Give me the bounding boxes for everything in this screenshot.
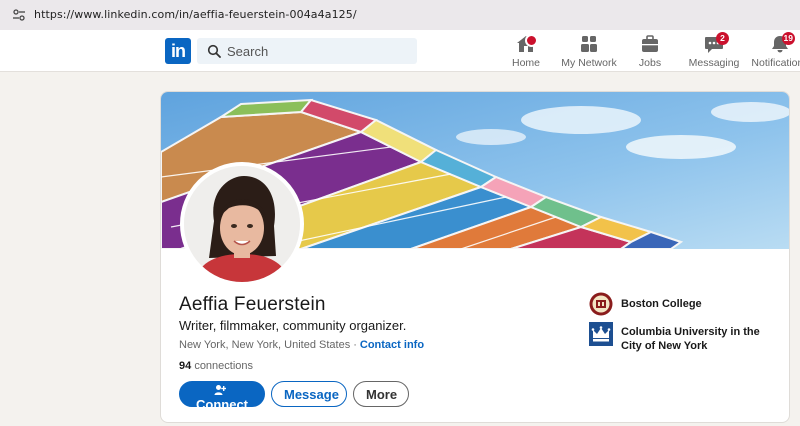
profile-location-line: New York, New York, United States · Contac… xyxy=(179,339,424,351)
url-text[interactable]: https://www.linkedin.com/in/aeffia-feuer… xyxy=(34,8,357,21)
global-nav: in Home My Network xyxy=(0,30,800,72)
message-button[interactable]: Message xyxy=(271,381,347,407)
add-person-icon xyxy=(214,385,226,395)
profile-photo-image xyxy=(184,166,300,282)
columbia-crown-logo xyxy=(589,322,613,346)
profile-photo[interactable] xyxy=(180,162,304,286)
search-input[interactable] xyxy=(227,38,412,64)
profile-headline: Writer, filmmaker, community organizer. xyxy=(179,318,407,333)
boston-college-logo xyxy=(589,292,613,316)
nav-item-notifications[interactable]: 19 Notifications xyxy=(748,32,800,70)
separator: · xyxy=(353,339,357,351)
education-name: Columbia University in the City of New Y… xyxy=(621,326,760,352)
connections-label: connections xyxy=(194,360,254,372)
contact-info-link[interactable]: Contact info xyxy=(360,339,424,351)
connect-button[interactable]: Connect xyxy=(179,381,265,412)
connections-count: 94 xyxy=(179,360,192,372)
nav-label: Jobs xyxy=(638,57,662,69)
nav-label: Home xyxy=(511,57,540,69)
nav-label: Messaging xyxy=(688,57,740,69)
search-box[interactable] xyxy=(197,38,417,64)
nav-item-jobs[interactable]: Jobs xyxy=(632,34,668,70)
messaging-badge: 2 xyxy=(716,32,729,45)
education-name: Boston College xyxy=(621,298,702,310)
nav-label: My Network xyxy=(561,57,617,69)
profile-name: Aeffia Feuerstein xyxy=(179,294,326,315)
linkedin-logo[interactable]: in xyxy=(165,38,191,64)
nav-item-home[interactable]: Home xyxy=(508,34,544,70)
connect-label: Connect xyxy=(196,397,248,412)
more-button[interactable]: More xyxy=(353,381,409,407)
education-item-boston-college[interactable]: Boston College xyxy=(589,292,779,318)
notifications-badge: 19 xyxy=(781,32,795,45)
browser-address-bar: https://www.linkedin.com/in/aeffia-feuer… xyxy=(0,0,800,30)
profile-card: Aeffia Feuerstein Writer, filmmaker, com… xyxy=(160,91,790,423)
site-settings-icon[interactable] xyxy=(12,8,26,22)
nav-item-my-network[interactable]: My Network xyxy=(560,34,618,70)
profile-location: New York, New York, United States xyxy=(179,339,351,351)
connections-count-line[interactable]: 94 connections xyxy=(179,360,253,372)
education-item-columbia[interactable]: Columbia University in the City of New Y… xyxy=(589,322,779,354)
jobs-icon xyxy=(642,35,658,52)
nav-item-messaging[interactable]: 2 Messaging xyxy=(688,32,740,70)
nav-label: Notifications xyxy=(751,57,800,69)
my-network-icon xyxy=(581,36,597,52)
search-icon xyxy=(207,44,221,58)
home-notification-dot xyxy=(525,34,538,47)
